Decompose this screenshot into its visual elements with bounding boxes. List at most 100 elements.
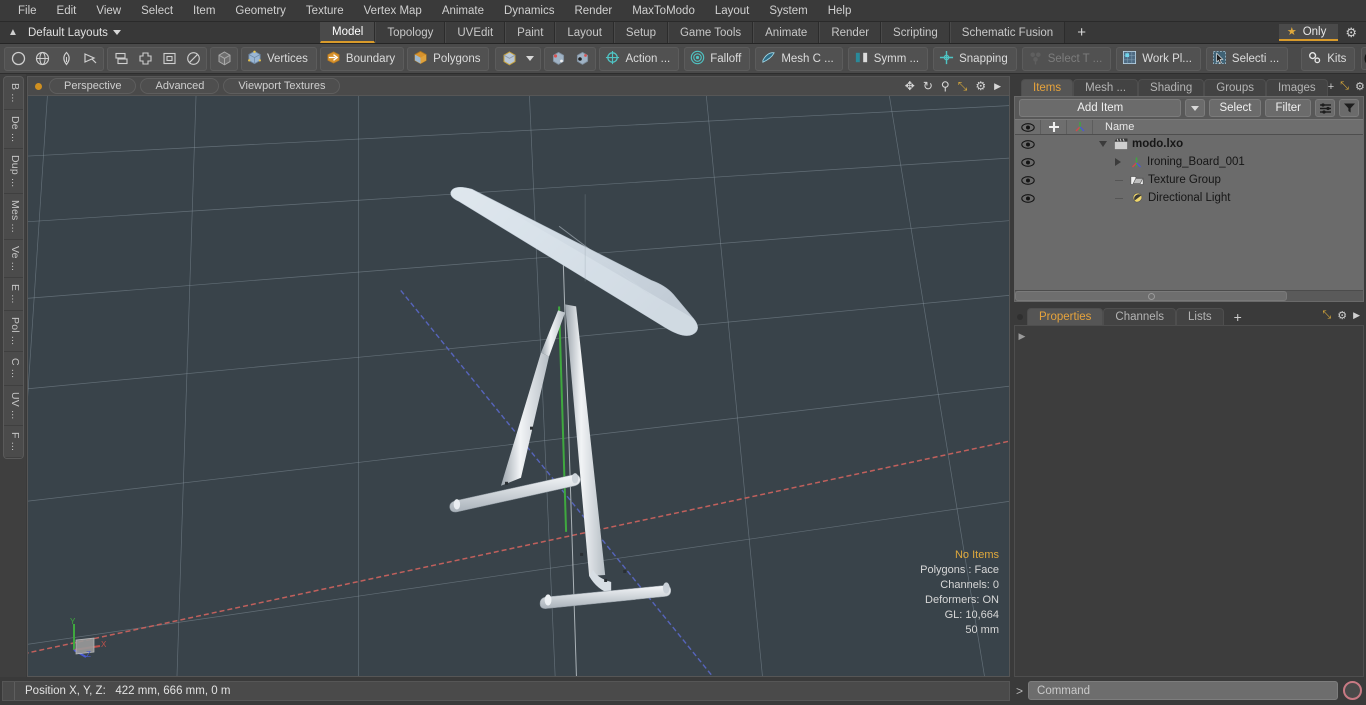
snap-item-a-icon[interactable] — [546, 48, 570, 70]
items-tree-row[interactable]: Ironing_Board_001 — [1015, 153, 1363, 171]
properties-settings-gear-icon[interactable]: ⚙ — [1337, 309, 1347, 322]
scrollbar-thumb[interactable] — [1015, 291, 1287, 301]
tab-items[interactable]: Items — [1021, 79, 1074, 96]
zoom-view-icon[interactable]: ⚲ — [941, 80, 950, 92]
funnel-icon[interactable] — [1339, 99, 1359, 117]
menu-item-geometry[interactable]: Geometry — [225, 3, 296, 19]
menu-item-texture[interactable]: Texture — [296, 3, 354, 19]
select-button[interactable]: Select — [1209, 99, 1262, 117]
left-tab-0[interactable]: B ... — [4, 77, 23, 110]
mode-caret-icon[interactable] — [521, 48, 539, 70]
left-tab-6[interactable]: Pol ... — [4, 311, 23, 353]
menu-item-render[interactable]: Render — [564, 3, 622, 19]
left-tab-7[interactable]: C ... — [4, 352, 23, 386]
menu-item-dynamics[interactable]: Dynamics — [494, 3, 564, 19]
layout-tab-schematic-fusion[interactable]: Schematic Fusion — [949, 22, 1066, 43]
menu-item-file[interactable]: File — [8, 3, 47, 19]
toolbar-symmetry[interactable]: Symm ... — [847, 46, 929, 71]
selection-mode-polygons[interactable]: Polygons — [407, 46, 490, 71]
menu-item-maxtomodo[interactable]: MaxToModo — [622, 3, 705, 19]
layout-tab-uvedit[interactable]: UVEdit — [445, 22, 506, 43]
sort-icon[interactable] — [1315, 99, 1335, 117]
cut-icon[interactable] — [78, 48, 102, 70]
globe-icon[interactable] — [30, 48, 54, 70]
menu-item-vertex-map[interactable]: Vertex Map — [354, 3, 432, 19]
maximize-view-icon[interactable]: ⤡ — [958, 80, 968, 92]
layout-tab-setup[interactable]: Setup — [613, 22, 668, 43]
menu-item-help[interactable]: Help — [818, 3, 862, 19]
left-tab-1[interactable]: De ... — [4, 110, 23, 149]
add-layout-tab-button[interactable]: + — [1065, 22, 1098, 43]
layout-tab-scripting[interactable]: Scripting — [881, 22, 950, 43]
items-tree-row[interactable]: Texture Group — [1015, 171, 1363, 189]
selection-mode-boundary[interactable]: Boundary — [319, 46, 405, 71]
circle-icon[interactable] — [6, 48, 30, 70]
add-item-button[interactable]: Add Item — [1019, 99, 1182, 117]
snap-item-b-icon[interactable] — [570, 48, 594, 70]
left-tab-8[interactable]: UV ... — [4, 386, 23, 427]
mode-dropdown-group[interactable] — [495, 46, 542, 71]
properties-more-arrow-icon[interactable]: ▶ — [1353, 310, 1360, 321]
menu-item-select[interactable]: Select — [131, 3, 183, 19]
rotate-view-icon[interactable]: ↻ — [923, 80, 933, 92]
tab-channels[interactable]: Channels — [1103, 308, 1177, 325]
toolbar-mesh-constraint[interactable]: Mesh C ... — [755, 46, 843, 71]
record-command-icon[interactable] — [1343, 681, 1362, 700]
home-layout-icon[interactable]: ▲ — [4, 24, 22, 42]
items-tree[interactable]: modo.lxo Ironing_Board_001 Texture Group Di… — [1015, 135, 1363, 290]
tab-images[interactable]: Images — [1265, 79, 1328, 96]
toolbar-kits-gear[interactable]: Kits — [1301, 46, 1356, 71]
selection-mode-vertices[interactable]: Vertices — [241, 46, 317, 71]
left-tab-4[interactable]: Ve ... — [4, 240, 23, 279]
bevel-icon[interactable] — [157, 48, 181, 70]
row-visibility-eye-icon[interactable] — [1015, 175, 1041, 185]
layout-tab-paint[interactable]: Paint — [505, 22, 556, 43]
expand-properties-icon[interactable]: ⤡ — [1322, 309, 1331, 322]
row-visibility-eye-icon[interactable] — [1015, 139, 1041, 149]
viewport-textures-dropdown[interactable]: Viewport Textures — [223, 78, 341, 94]
pen-icon[interactable] — [54, 48, 78, 70]
array-icon[interactable] — [109, 48, 133, 70]
expander-expand-icon[interactable] — [1115, 158, 1126, 166]
toolbar-select-through[interactable]: Select T ... — [1021, 46, 1112, 71]
left-tab-2[interactable]: Dup ... — [4, 149, 23, 195]
layout-tab-model[interactable]: Model — [320, 22, 376, 43]
default-layouts-dropdown[interactable]: Default Layouts — [22, 27, 127, 39]
viewport-settings-gear-icon[interactable]: ⚙ — [975, 80, 986, 92]
viewport-3d[interactable]: No Items Polygons : Face Channels: 0 Def… — [27, 95, 1010, 677]
menu-item-animate[interactable]: Animate — [432, 3, 494, 19]
viewport-more-arrow-icon[interactable]: ▶ — [994, 81, 1001, 91]
properties-expander-icon[interactable]: ▶ — [1015, 326, 1029, 676]
cube-mode-icon[interactable] — [497, 48, 521, 70]
toolbar-falloff[interactable]: Falloff — [684, 46, 751, 71]
toolbar-snapping[interactable]: Snapping — [933, 46, 1017, 71]
layout-tab-layout[interactable]: Layout — [555, 22, 614, 43]
items-tree-row[interactable]: Directional Light — [1015, 189, 1363, 207]
layout-tab-animate[interactable]: Animate — [753, 22, 820, 43]
cube-icon[interactable] — [212, 48, 236, 70]
viewport-shading-dropdown[interactable]: Advanced — [140, 78, 220, 94]
tab-groups[interactable]: Groups — [1204, 79, 1266, 96]
tab-lists[interactable]: Lists — [1176, 308, 1224, 325]
menu-item-system[interactable]: System — [759, 3, 817, 19]
tab-properties[interactable]: Properties — [1027, 308, 1104, 325]
visibility-eye-icon[interactable] — [1015, 120, 1041, 134]
toolbar-selection[interactable]: Selecti ... — [1205, 46, 1289, 71]
menu-item-view[interactable]: View — [86, 3, 131, 19]
command-input[interactable] — [1028, 681, 1338, 700]
layout-settings-gear-icon[interactable]: ⚙ — [1340, 25, 1362, 41]
row-visibility-eye-icon[interactable] — [1015, 157, 1041, 167]
only-toggle-button[interactable]: ★ Only — [1278, 24, 1339, 41]
move-view-icon[interactable]: ✥ — [905, 80, 915, 92]
tab-mesh[interactable]: Mesh ... — [1073, 79, 1139, 96]
panel-settings-gear-icon[interactable]: ⚙ — [1355, 80, 1365, 93]
layout-tab-render[interactable]: Render — [819, 22, 882, 43]
add-item-dropdown-button[interactable] — [1185, 99, 1206, 117]
filter-button[interactable]: Filter — [1265, 99, 1311, 117]
items-tree-row[interactable]: modo.lxo — [1015, 135, 1363, 153]
left-tab-3[interactable]: Mes ... — [4, 194, 23, 241]
row-visibility-eye-icon[interactable] — [1015, 193, 1041, 203]
items-horizontal-scrollbar[interactable] — [1015, 290, 1363, 301]
layout-tab-topology[interactable]: Topology — [375, 22, 446, 43]
menu-item-layout[interactable]: Layout — [705, 3, 760, 19]
